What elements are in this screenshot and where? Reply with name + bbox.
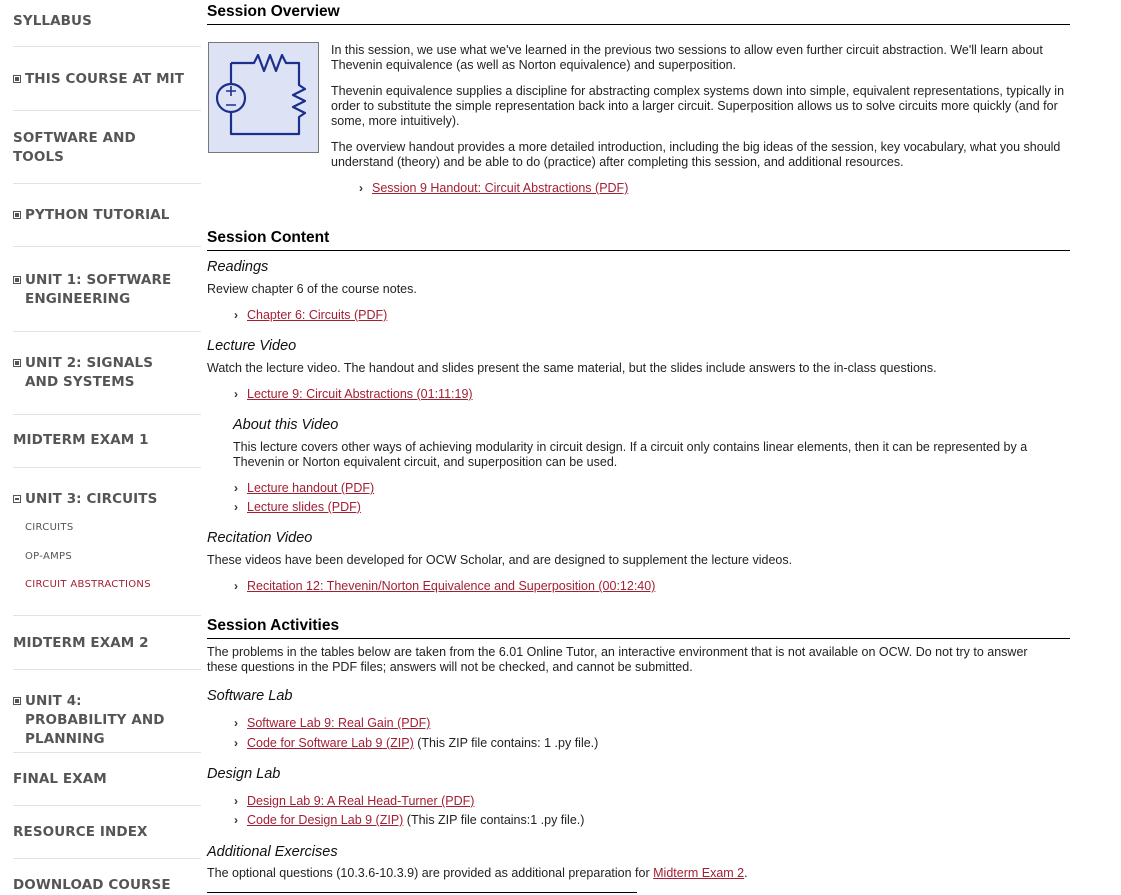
- sidebar-item-download-course[interactable]: DOWNLOAD COURSE: [13, 876, 201, 895]
- activities-intro-text: The problems in the tables below are tak…: [207, 645, 1028, 674]
- chevron-right-icon: ›: [234, 716, 238, 730]
- chevron-right-icon: ›: [234, 308, 238, 322]
- software-code-line: Code for Software Lab 9 (ZIP) (This ZIP …: [247, 736, 598, 751]
- heading-rule: [207, 638, 1070, 639]
- divider: [13, 752, 201, 753]
- divider: [13, 331, 201, 332]
- lecture-video-text: Watch the lecture video. The handout and…: [207, 361, 937, 375]
- lecture-slides-link[interactable]: Lecture slides (PDF): [247, 500, 361, 514]
- divider: [13, 414, 201, 415]
- divider: [13, 246, 201, 247]
- sidebar-subitem-circuits[interactable]: CIRCUITS: [25, 522, 74, 533]
- sidebar-item-software-and-tools[interactable]: SOFTWARE AND TOOLS: [13, 129, 153, 167]
- session-activities-heading: Session Activities: [207, 617, 340, 634]
- recitation-video-heading: Recitation Video: [207, 530, 313, 546]
- sidebar-item-unit-4[interactable]: UNIT 4: PROBABILITY AND PLANNING: [13, 692, 183, 749]
- chevron-right-icon: ›: [234, 813, 238, 827]
- sidebar-item-final-exam[interactable]: FINAL EXAM: [13, 770, 201, 789]
- heading-rule: [207, 250, 1070, 251]
- sidebar-item-python-tutorial[interactable]: PYTHON TUTORIAL: [13, 206, 201, 225]
- sidebar-item-resource-index[interactable]: RESOURCE INDEX: [13, 823, 201, 842]
- design-lab-heading: Design Lab: [207, 766, 281, 782]
- chevron-right-icon: ›: [234, 387, 238, 401]
- chevron-right-icon: ›: [234, 579, 238, 593]
- recitation-12-link[interactable]: Recitation 12: Thevenin/Norton Equivalen…: [247, 579, 655, 593]
- overview-paragraph-2: Thevenin equivalence supplies a discipli…: [331, 84, 1065, 128]
- design-code-line: Code for Design Lab 9 (ZIP) (This ZIP fi…: [247, 813, 584, 828]
- software-lab-code-link[interactable]: Code for Software Lab 9 (ZIP): [247, 736, 414, 750]
- design-code-note: (This ZIP file contains:1 .py file.): [403, 813, 585, 827]
- plus-square-icon: [13, 211, 21, 219]
- session-handout-link[interactable]: Session 9 Handout: Circuit Abstractions …: [372, 181, 628, 195]
- readings-text: Review chapter 6 of the course notes.: [207, 282, 417, 296]
- midterm-exam-2-link[interactable]: Midterm Exam 2: [653, 866, 744, 880]
- footer-rule: [207, 892, 637, 893]
- plus-square-icon: [13, 276, 21, 284]
- divider: [13, 467, 201, 468]
- divider: [13, 46, 201, 47]
- session-overview-heading: Session Overview: [207, 3, 340, 20]
- divider: [13, 110, 201, 111]
- divider: [13, 669, 201, 670]
- overview-paragraph-1: In this session, we use what we've learn…: [331, 43, 1043, 72]
- chapter-6-link[interactable]: Chapter 6: Circuits (PDF): [247, 308, 387, 322]
- session-content-heading: Session Content: [207, 229, 330, 246]
- design-lab-9-link[interactable]: Design Lab 9: A Real Head-Turner (PDF): [247, 794, 474, 808]
- sidebar-item-this-course-at-mit[interactable]: THIS COURSE AT MIT: [13, 70, 201, 89]
- sidebar-subitem-op-amps[interactable]: OP-AMPS: [25, 551, 72, 562]
- divider: [13, 183, 201, 184]
- sidebar-item-midterm-exam-2[interactable]: MIDTERM EXAM 2: [13, 634, 201, 653]
- software-code-note: (This ZIP file contains: 1 .py file.): [413, 736, 599, 750]
- chevron-right-icon: ›: [234, 500, 238, 514]
- divider: [13, 858, 201, 859]
- sidebar-subitem-circuit-abstractions[interactable]: CIRCUIT ABSTRACTIONS: [25, 579, 151, 590]
- lecture-video-heading: Lecture Video: [207, 338, 297, 354]
- readings-heading: Readings: [207, 259, 269, 275]
- recitation-video-text: These videos have been developed for OCW…: [207, 553, 793, 567]
- about-video-text: This lecture covers other ways of achiev…: [233, 440, 1028, 469]
- software-lab-heading: Software Lab: [207, 688, 293, 704]
- about-video-heading: About this Video: [233, 417, 339, 433]
- divider: [13, 805, 201, 806]
- overview-paragraph-3: The overview handout provides a more det…: [331, 140, 1061, 169]
- additional-end: .: [744, 866, 748, 880]
- chevron-right-icon: ›: [234, 481, 238, 495]
- heading-rule: [207, 24, 1070, 25]
- chevron-right-icon: ›: [234, 736, 238, 750]
- sidebar-item-unit-2[interactable]: UNIT 2: SIGNALS AND SYSTEMS: [13, 354, 183, 392]
- chevron-right-icon: ›: [359, 181, 363, 195]
- circuit-diagram-thumbnail: [208, 42, 319, 153]
- chevron-right-icon: ›: [234, 794, 238, 808]
- additional-text: The optional questions (10.3.6-10.3.9) a…: [207, 866, 654, 880]
- sidebar-item-unit-3[interactable]: UNIT 3: CIRCUITS: [13, 490, 201, 509]
- plus-square-icon: [13, 697, 21, 705]
- sidebar-item-syllabus[interactable]: SYLLABUS: [13, 12, 201, 31]
- plus-square-icon: [13, 359, 21, 367]
- sidebar-item-midterm-exam-1[interactable]: MIDTERM EXAM 1: [13, 431, 201, 450]
- lecture-handout-link[interactable]: Lecture handout (PDF): [247, 481, 374, 495]
- sidebar-item-unit-1[interactable]: UNIT 1: SOFTWARE ENGINEERING: [13, 271, 173, 309]
- lecture-9-link[interactable]: Lecture 9: Circuit Abstractions (01:11:1…: [247, 387, 473, 401]
- divider: [13, 615, 201, 616]
- design-lab-code-link[interactable]: Code for Design Lab 9 (ZIP): [247, 813, 403, 827]
- additional-exercises-text: The optional questions (10.3.6-10.3.9) a…: [207, 866, 748, 881]
- software-lab-9-link[interactable]: Software Lab 9: Real Gain (PDF): [247, 716, 430, 730]
- minus-square-icon: [13, 495, 21, 503]
- circuit-icon: [215, 53, 307, 136]
- additional-exercises-heading: Additional Exercises: [207, 844, 338, 860]
- plus-square-icon: [13, 75, 21, 83]
